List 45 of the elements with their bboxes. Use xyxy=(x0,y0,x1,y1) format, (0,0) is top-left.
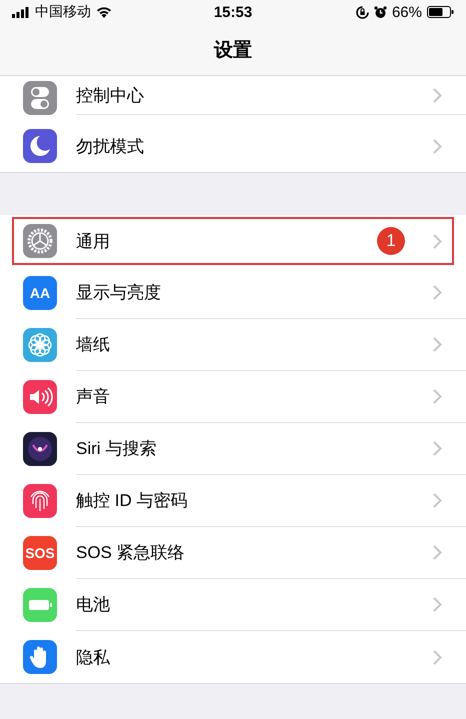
row-label: SOS 紧急联络 xyxy=(76,542,186,564)
row-label: 勿扰模式 xyxy=(76,136,145,158)
settings-row[interactable]: 控制中心 xyxy=(0,76,466,120)
battery-percent: 66% xyxy=(392,4,422,20)
chevron-icon xyxy=(433,88,442,102)
chevron-icon xyxy=(433,285,442,300)
rotation-lock-icon xyxy=(356,6,369,18)
signal-icon xyxy=(12,6,30,18)
app-icon: AA xyxy=(23,276,57,310)
chevron-icon xyxy=(433,597,442,612)
settings-row[interactable]: 通用 1 xyxy=(10,215,456,267)
clock-time: 15:53 xyxy=(214,4,252,20)
chevron-icon xyxy=(433,545,442,560)
alarm-icon xyxy=(374,6,387,18)
row-label: 隐私 xyxy=(76,646,111,668)
chevron-icon xyxy=(433,493,442,508)
carrier-name: 中国移动 xyxy=(35,3,91,21)
row-label: 控制中心 xyxy=(76,84,145,106)
row-label: 声音 xyxy=(76,386,111,408)
page-title: 设置 xyxy=(214,38,252,62)
notification-badge: 1 xyxy=(377,227,405,255)
settings-row[interactable]: Siri 与搜索 xyxy=(0,423,466,475)
settings-row[interactable]: SOS SOS 紧急联络 xyxy=(0,527,466,579)
settings-row[interactable]: AA 显示与亮度 xyxy=(0,267,466,319)
settings-row[interactable]: 电池 xyxy=(0,579,466,631)
chevron-icon xyxy=(433,337,442,352)
wifi-icon xyxy=(96,6,112,18)
settings-row[interactable]: 墙纸 xyxy=(0,319,466,371)
row-label: 显示与亮度 xyxy=(76,282,162,304)
row-label: 通用 xyxy=(76,230,111,252)
row-label: 电池 xyxy=(76,594,111,616)
app-icon: SOS xyxy=(23,536,57,570)
chevron-icon xyxy=(433,389,442,404)
settings-row[interactable]: 触控 ID 与密码 xyxy=(0,475,466,527)
row-label: 触控 ID 与密码 xyxy=(76,490,188,512)
row-label: 墙纸 xyxy=(76,334,111,356)
battery-icon xyxy=(427,6,454,18)
chevron-icon xyxy=(433,441,442,456)
row-label: Siri 与搜索 xyxy=(76,438,158,460)
settings-row[interactable]: 勿扰模式 xyxy=(0,120,466,172)
chevron-icon xyxy=(433,650,442,664)
settings-row[interactable]: 声音 xyxy=(0,371,466,423)
settings-row[interactable]: 隐私 xyxy=(0,631,466,683)
chevron-icon xyxy=(433,234,442,248)
chevron-icon xyxy=(433,138,442,154)
